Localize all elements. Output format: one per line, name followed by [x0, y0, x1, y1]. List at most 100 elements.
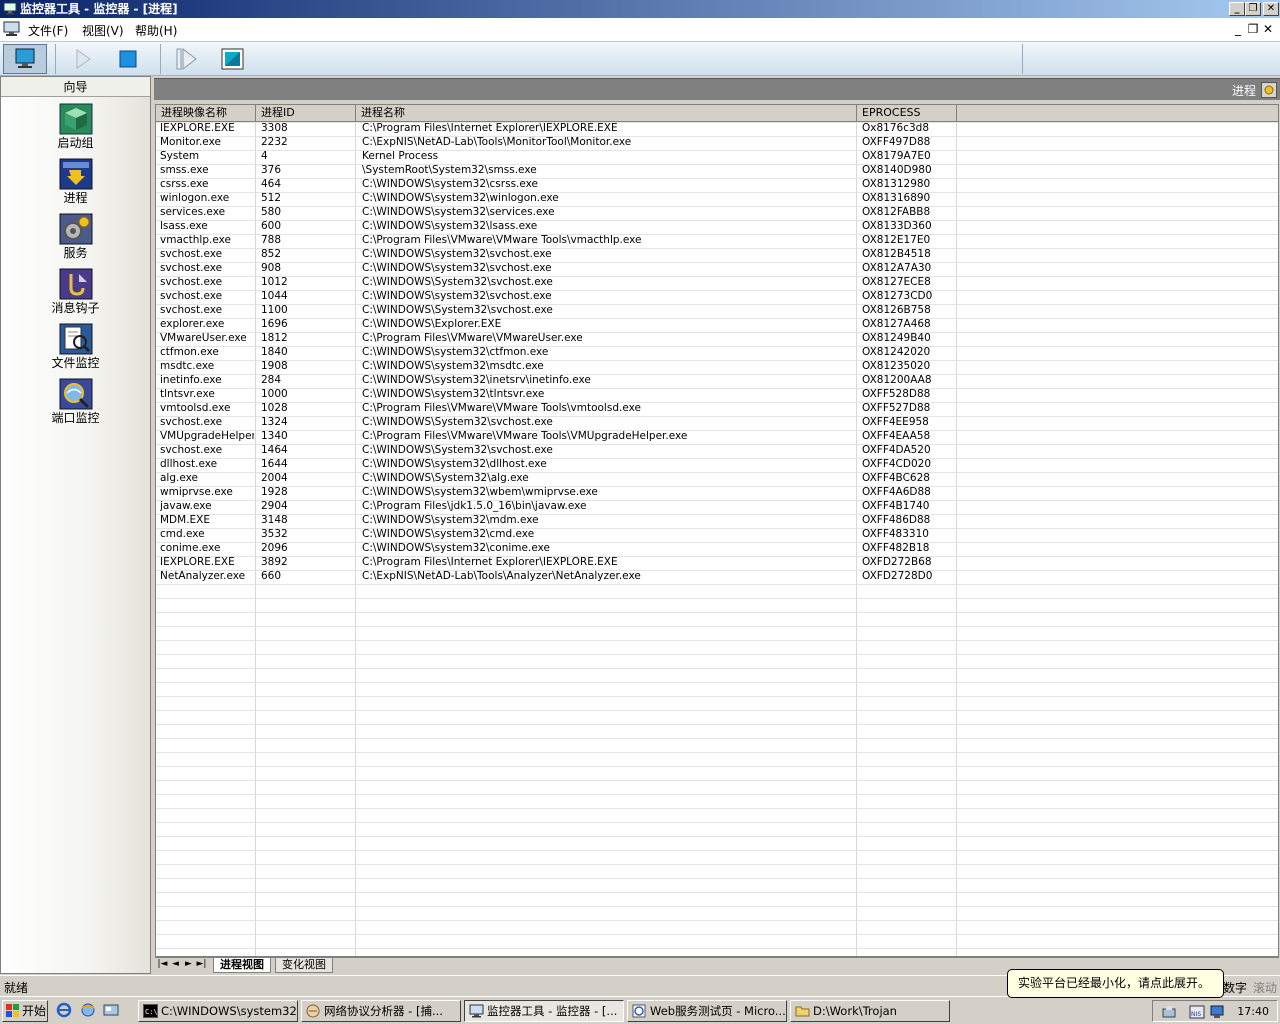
nis-tray-icon[interactable]: NIS	[1189, 1004, 1205, 1020]
table-row[interactable]: VMUpgradeHelper 1340 C:\Program Files\VMwa…	[156, 430, 1278, 444]
menu-help[interactable]: 帮助(H)	[135, 22, 177, 39]
cell-image-name: cmd.exe	[160, 528, 205, 540]
column-header-pid[interactable]: 进程ID	[256, 105, 356, 122]
task-web-service-test[interactable]: Web服务测试页 - Micro...	[627, 1000, 787, 1022]
notification-balloon[interactable]: 实验平台已经最小化，请点此展开。	[1007, 969, 1224, 998]
prev-sheet-icon[interactable]: ◄	[169, 959, 182, 969]
table-row[interactable]: IEXPLORE.EXE 3308 C:\Program Files\Interne…	[156, 122, 1278, 136]
column-header-eprocess[interactable]: EPROCESS	[857, 105, 957, 122]
table-row[interactable]: vmacthlp.exe 788 C:\Program Files\VMware\V…	[156, 234, 1278, 248]
system-tray: NIS 17:40	[1152, 1000, 1278, 1022]
task-cmd[interactable]: C:\ C:\WINDOWS\system32...	[138, 1000, 298, 1022]
ie-quick-launch-icon[interactable]	[56, 1002, 72, 1018]
table-row[interactable]: svchost.exe 1464 C:\WINDOWS\System32\svcho…	[156, 444, 1278, 458]
cell-process-name: C:\WINDOWS\System32\svchost.exe	[362, 444, 553, 456]
table-row[interactable]: lsass.exe 600 C:\WINDOWS\system32\lsass.ex…	[156, 220, 1278, 234]
sun-gear-icon[interactable]	[1261, 82, 1277, 98]
cell-process-name: C:\WINDOWS\system32\wbem\wmiprvse.exe	[362, 486, 598, 498]
table-row[interactable]: MDM.EXE 3148 C:\WINDOWS\system32\mdm.exe OX…	[156, 514, 1278, 528]
table-row[interactable]: cmd.exe 3532 C:\WINDOWS\system32\cmd.exe OX…	[156, 528, 1278, 542]
table-row[interactable]: ctfmon.exe 1840 C:\WINDOWS\system32\ctfmon…	[156, 346, 1278, 360]
cell-process-name: C:\Program Files\jdk1.5.0_16\bin\javaw.e…	[362, 500, 587, 512]
cell-image-name: svchost.exe	[160, 444, 223, 456]
cell-process-name: C:\WINDOWS\system32\svchost.exe	[362, 248, 552, 260]
last-sheet-icon[interactable]: ►|	[195, 959, 208, 969]
sidebar-item-message-hook[interactable]: 消息钩子	[1, 268, 150, 315]
table-row[interactable]: conime.exe 2096 C:\WINDOWS\system32\conime…	[156, 542, 1278, 556]
table-row[interactable]: smss.exe 376 \SystemRoot\System32\smss.exe…	[156, 164, 1278, 178]
mdi-close-button[interactable]: ✕	[1261, 22, 1275, 36]
network-tray-icon[interactable]	[1161, 1004, 1177, 1020]
stop-icon[interactable]	[114, 44, 142, 74]
task-monitor-tool[interactable]: 监控器工具 - 监控器 - [...	[464, 1000, 624, 1022]
sidebar-item-services[interactable]: 服务	[1, 213, 150, 260]
cell-pid: 1000	[261, 388, 288, 400]
table-row[interactable]: svchost.exe 1012 C:\WINDOWS\System32\svcho…	[156, 276, 1278, 290]
display-tray-icon[interactable]	[1209, 1004, 1225, 1020]
start-button[interactable]: 开始	[2, 1000, 48, 1022]
browser-quick-launch-icon[interactable]	[80, 1002, 96, 1018]
cell-process-name: C:\WINDOWS\system32\tlntsvr.exe	[362, 388, 545, 400]
monitor-toolbar-button[interactable]	[3, 44, 47, 74]
table-row[interactable]: csrss.exe 464 C:\WINDOWS\system32\csrss.ex…	[156, 178, 1278, 192]
table-row[interactable]: svchost.exe 852 C:\WINDOWS\system32\svchos…	[156, 248, 1278, 262]
menu-file[interactable]: 文件(F)	[28, 22, 68, 39]
table-row[interactable]: svchost.exe 1044 C:\WINDOWS\system32\svcho…	[156, 290, 1278, 304]
step-forward-icon[interactable]	[172, 44, 202, 74]
sidebar-item-process[interactable]: 进程	[1, 158, 150, 205]
first-sheet-icon[interactable]: |◄	[156, 959, 169, 969]
table-row[interactable]: alg.exe 2004 C:\WINDOWS\System32\alg.exe OX…	[156, 472, 1278, 486]
table-row[interactable]: IEXPLORE.EXE 3892 C:\Program Files\Interne…	[156, 556, 1278, 570]
table-row[interactable]: NetAnalyzer.exe 660 C:\ExpNIS\NetAD-Lab\To…	[156, 570, 1278, 584]
table-row[interactable]: VMwareUser.exe 1812 C:\Program Files\VMwar…	[156, 332, 1278, 346]
cell-eprocess: OX8140D980	[862, 164, 932, 176]
cell-pid: 852	[261, 248, 282, 260]
cell-process-name: C:\WINDOWS\system32\conime.exe	[362, 542, 550, 554]
table-row[interactable]: dllhost.exe 1644 C:\WINDOWS\system32\dllho…	[156, 458, 1278, 472]
table-row[interactable]: explorer.exe 1696 C:\WINDOWS\Explorer.EXE O…	[156, 318, 1278, 332]
close-button[interactable]: ✕	[1263, 2, 1279, 16]
message-hook-icon	[59, 268, 92, 300]
cell-image-name: explorer.exe	[160, 318, 225, 330]
table-row[interactable]: svchost.exe 908 C:\WINDOWS\system32\svchos…	[156, 262, 1278, 276]
document-icon[interactable]	[3, 21, 21, 38]
desktop-quick-launch-icon[interactable]	[103, 1002, 119, 1018]
sidebar-item-file-monitor[interactable]: 文件监控	[1, 323, 150, 370]
table-row[interactable]: System 4 Kernel Process OX8179A7E0	[156, 150, 1278, 164]
table-row[interactable]: tlntsvr.exe 1000 C:\WINDOWS\system32\tlnts…	[156, 388, 1278, 402]
table-row[interactable]: svchost.exe 1100 C:\WINDOWS\System32\svcho…	[156, 304, 1278, 318]
menu-view[interactable]: 视图(V)	[82, 22, 124, 39]
cell-eprocess: OXFF4B1740	[862, 500, 930, 512]
cell-eprocess: OX8179A7E0	[862, 150, 931, 162]
refresh-view-icon[interactable]	[218, 44, 248, 74]
sidebar-item-label: 端口监控	[51, 411, 100, 425]
next-sheet-icon[interactable]: ►	[182, 959, 195, 969]
restore-button[interactable]: ❐	[1245, 2, 1261, 16]
mdi-minimize-button[interactable]: _	[1231, 22, 1245, 36]
minimize-button[interactable]: _	[1229, 2, 1245, 16]
table-row[interactable]: svchost.exe 1324 C:\WINDOWS\System32\svcho…	[156, 416, 1278, 430]
sidebar-item-port-monitor[interactable]: 端口监控	[1, 378, 150, 425]
table-row[interactable]: services.exe 580 C:\WINDOWS\system32\servi…	[156, 206, 1278, 220]
task-folder-trojan[interactable]: D:\Work\Trojan	[790, 1000, 950, 1022]
mdi-restore-button[interactable]: ❐	[1246, 22, 1260, 36]
sidebar-item-startup-group[interactable]: 启动组	[1, 103, 150, 150]
table-row[interactable]: vmtoolsd.exe 1028 C:\Program Files\VMware\…	[156, 402, 1278, 416]
column-header-process-name[interactable]: 进程名称	[356, 105, 857, 122]
column-header-image-name[interactable]: 进程映像名称	[156, 105, 256, 122]
cell-image-name: alg.exe	[160, 472, 198, 484]
table-row[interactable]: wmiprvse.exe 1928 C:\WINDOWS\system32\wbem…	[156, 486, 1278, 500]
table-row[interactable]: javaw.exe 2904 C:\Program Files\jdk1.5.0_1…	[156, 500, 1278, 514]
cell-image-name: smss.exe	[160, 164, 209, 176]
play-icon[interactable]	[70, 44, 96, 74]
tab-process-view[interactable]: 进程视图	[213, 958, 271, 973]
table-row[interactable]: Monitor.exe 2232 C:\ExpNIS\NetAD-Lab\Tools…	[156, 136, 1278, 150]
tab-change-view[interactable]: 变化视图	[275, 958, 333, 973]
task-label: D:\Work\Trojan	[813, 1004, 897, 1018]
sidebar-header: 向导	[1, 77, 150, 97]
cell-image-name: IEXPLORE.EXE	[160, 556, 235, 568]
task-protocol-analyzer[interactable]: 网络协议分析器 - [捕...	[301, 1000, 461, 1022]
table-row[interactable]: winlogon.exe 512 C:\WINDOWS\system32\winlo…	[156, 192, 1278, 206]
table-row[interactable]: inetinfo.exe 284 C:\WINDOWS\system32\inets…	[156, 374, 1278, 388]
table-row[interactable]: msdtc.exe 1908 C:\WINDOWS\system32\msdtc.e…	[156, 360, 1278, 374]
